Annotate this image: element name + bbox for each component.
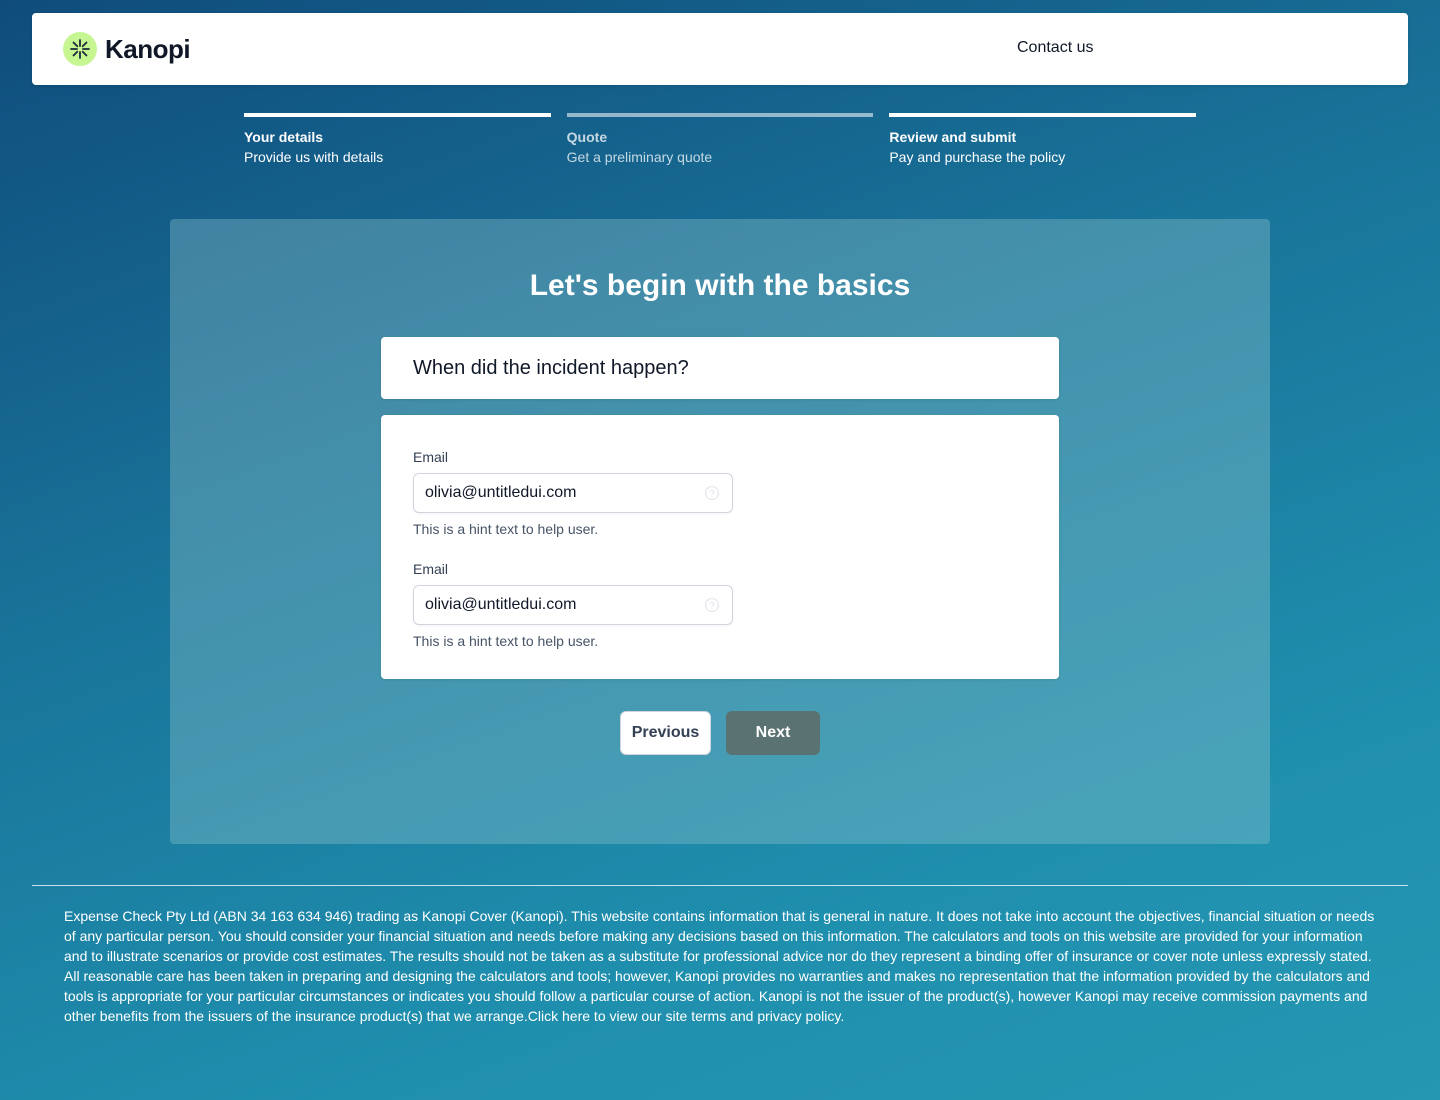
email-field-group: Email This is a hint text to help user. [413, 447, 733, 539]
email-field-group: Email This is a hint text to help user. [413, 559, 733, 651]
footer-disclaimer: Expense Check Pty Ltd (ABN 34 163 634 94… [64, 906, 1376, 1026]
question-card: When did the incident happen? [381, 337, 1059, 399]
email-input-wrapper [413, 473, 733, 513]
step-quote[interactable]: Quote Get a preliminary quote [566, 113, 874, 167]
email-hint-text: This is a hint text to help user. [413, 521, 599, 537]
email-label: Email [413, 561, 449, 577]
email-input[interactable] [414, 474, 705, 512]
brand-name: Kanopi [105, 33, 191, 64]
step-title: Your details [244, 129, 324, 145]
sparkle-mark-icon [70, 39, 90, 59]
site-header: Kanopi Contact us [32, 13, 1408, 85]
step-review-and-submit[interactable]: Review and submit Pay and purchase the p… [889, 113, 1197, 167]
form-card: Email This is a hint text to help user. … [381, 415, 1059, 679]
next-button[interactable]: Next [726, 711, 820, 755]
page-title: Let's begin with the basics [529, 269, 911, 302]
previous-button[interactable]: Previous [620, 711, 711, 755]
disclaimer-text: Expense Check Pty Ltd (ABN 34 163 634 94… [64, 908, 1375, 1024]
step-subtitle: Get a preliminary quote [566, 149, 713, 165]
step-title: Quote [566, 129, 608, 145]
progress-steps: Your details Provide us with details Quo… [244, 113, 1197, 167]
email-label: Email [413, 449, 449, 465]
step-your-details[interactable]: Your details Provide us with details [244, 113, 551, 167]
footer-divider [32, 885, 1408, 886]
step-subtitle: Pay and purchase the policy [889, 149, 1066, 165]
step-title: Review and submit [889, 129, 1017, 145]
step-subtitle: Provide us with details [244, 149, 384, 165]
form-panel: Let's begin with the basics When did the… [170, 219, 1270, 844]
email-hint-text: This is a hint text to help user. [413, 633, 599, 649]
contact-us-link[interactable]: Contact us [1017, 39, 1093, 57]
question-text: When did the incident happen? [413, 356, 689, 379]
email-input-wrapper [413, 585, 733, 625]
help-circle-icon[interactable] [704, 597, 720, 613]
site-terms-link[interactable]: Click here to view our site terms and pr… [528, 1008, 844, 1024]
email-input[interactable] [414, 586, 705, 624]
brand-logo[interactable]: Kanopi [63, 32, 191, 66]
kanopi-logo-icon [63, 32, 97, 66]
help-circle-icon[interactable] [704, 485, 720, 501]
